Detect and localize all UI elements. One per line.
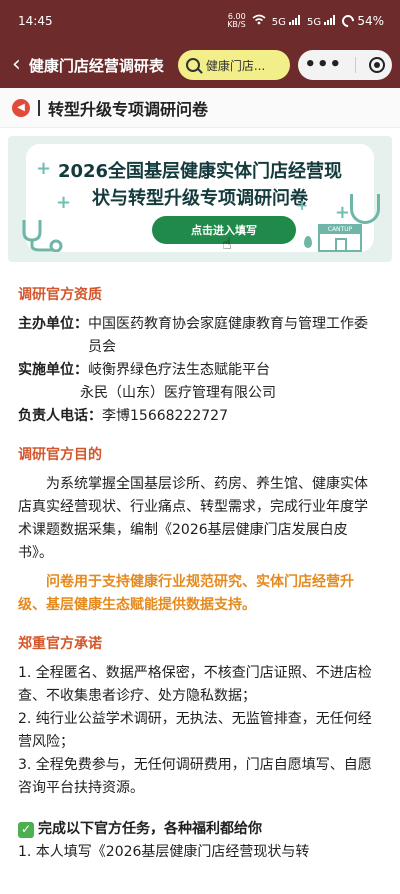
plus-decoration-icon: + bbox=[36, 158, 52, 179]
speaker-icon[interactable]: ◀ bbox=[12, 98, 30, 117]
status-time: 14:45 bbox=[18, 14, 53, 28]
survey-banner: 2026全国基层健康实体门店经营现状与转型升级专项调研问卷 点击进入填写 ☝ +… bbox=[8, 136, 392, 262]
impl-label: 实施单位： bbox=[18, 362, 88, 378]
signal-icon-2: 5G bbox=[307, 14, 336, 28]
page-title: 转型升级专项调研问卷 bbox=[48, 99, 209, 119]
purpose-highlight: 问卷用于支持健康行业规范研究、实体门店经营升级、基层健康生态赋能提供数据支持。 bbox=[18, 574, 354, 613]
wifi-icon bbox=[252, 14, 266, 28]
net-speed: 6.00 KB/S bbox=[227, 12, 246, 29]
more-menu-button[interactable]: ••• bbox=[304, 56, 342, 74]
phone-value: 李博15668222727 bbox=[102, 408, 228, 424]
pointer-hand-icon: ☝ bbox=[222, 234, 232, 253]
signal-icon-1: 5G bbox=[272, 14, 301, 28]
host-row: 主办单位： 中国医药教育协会家庭健康教育与管理工作委员会 bbox=[18, 313, 380, 359]
store-icon: CANTUP bbox=[318, 224, 362, 252]
stethoscope-icon bbox=[22, 220, 63, 252]
impl-row: 实施单位： 岐衡界绿色疗法生态赋能平台 bbox=[18, 359, 380, 382]
miniapp-capsule: ••• bbox=[297, 50, 392, 80]
impl-value-2: 永民（山东）医疗管理有限公司 bbox=[80, 385, 276, 401]
drop-icon bbox=[304, 236, 312, 248]
plus-decoration-icon: + bbox=[56, 192, 72, 213]
header-divider bbox=[38, 99, 40, 116]
battery-indicator: 54% bbox=[339, 12, 384, 30]
promise-item: 2. 纯行业公益学术调研，无执法、无监管排查，无任何经营风险； bbox=[18, 711, 372, 750]
nav-bar: ‹ 健康门店经营调研表 健康门店... ••• bbox=[0, 42, 400, 88]
survey-intro: 调研官方资质 主办单位： 中国医药教育协会家庭健康教育与管理工作委员会 实施单位… bbox=[0, 262, 400, 864]
store-sign: CANTUP bbox=[320, 226, 360, 234]
section-title-purpose: 调研官方目的 bbox=[18, 447, 102, 463]
close-miniapp-icon[interactable] bbox=[369, 57, 386, 73]
app-top-bar: 14:45 6.00 KB/S 5G 5G 54% ‹ 健康门店经营调研表 健康… bbox=[0, 0, 400, 88]
search-pill[interactable]: 健康门店... bbox=[177, 50, 290, 80]
page-header: ◀ 转型升级专项调研问卷 bbox=[0, 88, 400, 128]
section-title-qualification: 调研官方资质 bbox=[18, 287, 102, 303]
check-mark-icon: ✓ bbox=[18, 821, 34, 838]
stethoscope-icon bbox=[350, 194, 380, 224]
back-chevron-icon[interactable]: ‹ bbox=[12, 54, 21, 76]
promise-item: 1. 全程匿名、数据严格保密，不核查门店证照、不进店检查、不收集患者诊疗、处方隐… bbox=[18, 665, 372, 704]
store-door bbox=[335, 238, 347, 250]
promise-item: 3. 全程免费参与，无任何调研费用，门店自愿填写、自愿咨询平台扶持资源。 bbox=[18, 757, 372, 796]
status-icons: 6.00 KB/S 5G 5G 54% bbox=[227, 12, 384, 30]
plus-decoration-icon: + bbox=[334, 202, 350, 223]
host-label: 主办单位： bbox=[18, 316, 88, 332]
impl-value-1: 岐衡界绿色疗法生态赋能平台 bbox=[88, 362, 270, 378]
task-item: 1. 本人填写《2026基层健康门店经营现状与转 bbox=[18, 844, 310, 860]
phone-row: 负责人电话： 李博15668222727 bbox=[18, 405, 380, 428]
section-title-promise: 郑重官方承诺 bbox=[18, 636, 102, 652]
purpose-paragraph: 为系统掌握全国基层诊所、药房、养生馆、健康实体店真实经营现状、行业痛点、转型需求… bbox=[18, 476, 368, 561]
nav-title: 健康门店经营调研表 bbox=[28, 56, 164, 75]
tasks-title: 完成以下官方任务，各种福利都给你 bbox=[38, 821, 262, 837]
search-icon bbox=[185, 58, 200, 72]
impl-row-2: 永民（山东）医疗管理有限公司 bbox=[18, 382, 380, 405]
host-value: 中国医药教育协会家庭健康教育与管理工作委员会 bbox=[88, 316, 368, 355]
status-bar: 14:45 6.00 KB/S 5G 5G 54% bbox=[0, 0, 400, 42]
search-text: 健康门店... bbox=[205, 58, 266, 73]
tasks-heading: ✓ 完成以下官方任务，各种福利都给你 bbox=[18, 818, 380, 841]
phone-label: 负责人电话： bbox=[18, 408, 102, 424]
banner-title: 2026全国基层健康实体门店经营现状与转型升级专项调研问卷 bbox=[57, 161, 343, 209]
capsule-divider bbox=[355, 57, 357, 73]
battery-icon bbox=[339, 12, 357, 30]
plus-decoration-icon: + bbox=[296, 198, 308, 214]
